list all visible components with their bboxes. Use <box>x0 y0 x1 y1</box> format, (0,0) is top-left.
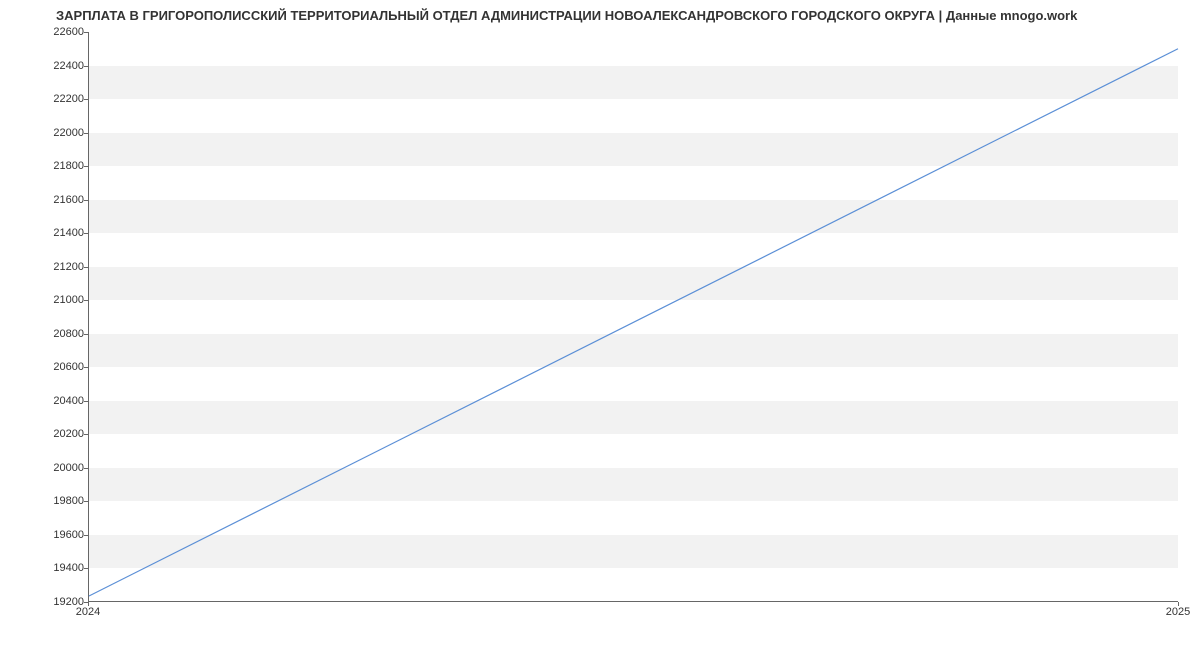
y-tick-label: 20600 <box>53 361 84 373</box>
plot-area <box>88 32 1178 602</box>
x-axis-tick <box>88 602 89 606</box>
chart-title: ЗАРПЛАТА В ГРИГОРОПОЛИССКИЙ ТЕРРИТОРИАЛЬ… <box>56 8 1077 23</box>
y-tick-label: 21200 <box>53 261 84 273</box>
y-axis-tick <box>84 233 88 234</box>
y-axis-tick <box>84 200 88 201</box>
y-axis-tick <box>84 166 88 167</box>
chart-line-svg <box>89 32 1178 601</box>
y-axis-tick <box>84 32 88 33</box>
x-axis-tick <box>1178 602 1179 606</box>
y-axis-tick <box>84 501 88 502</box>
y-tick-label: 20200 <box>53 428 84 440</box>
y-axis-tick <box>84 334 88 335</box>
x-tick-label: 2025 <box>1166 606 1190 618</box>
y-tick-label: 22400 <box>53 60 84 72</box>
y-tick-label: 21600 <box>53 194 84 206</box>
y-tick-label: 20400 <box>53 395 84 407</box>
y-axis-tick <box>84 300 88 301</box>
y-axis-tick <box>84 468 88 469</box>
y-axis-tick <box>84 267 88 268</box>
data-line <box>89 49 1178 596</box>
y-tick-label: 20000 <box>53 462 84 474</box>
y-axis-tick <box>84 568 88 569</box>
y-tick-label: 19800 <box>53 495 84 507</box>
y-axis-tick <box>84 99 88 100</box>
y-tick-label: 22200 <box>53 93 84 105</box>
y-axis-tick <box>84 535 88 536</box>
y-tick-label: 19600 <box>53 529 84 541</box>
y-tick-label: 22600 <box>53 26 84 38</box>
y-axis-tick <box>84 401 88 402</box>
y-axis-tick <box>84 434 88 435</box>
y-tick-label: 19400 <box>53 562 84 574</box>
y-tick-label: 21000 <box>53 294 84 306</box>
y-tick-label: 21800 <box>53 160 84 172</box>
y-axis-tick <box>84 367 88 368</box>
y-axis-tick <box>84 133 88 134</box>
y-tick-label: 20800 <box>53 328 84 340</box>
x-tick-label: 2024 <box>76 606 100 618</box>
y-tick-label: 22000 <box>53 127 84 139</box>
chart-container: ЗАРПЛАТА В ГРИГОРОПОЛИССКИЙ ТЕРРИТОРИАЛЬ… <box>0 0 1200 650</box>
y-axis-tick <box>84 66 88 67</box>
y-tick-label: 21400 <box>53 227 84 239</box>
